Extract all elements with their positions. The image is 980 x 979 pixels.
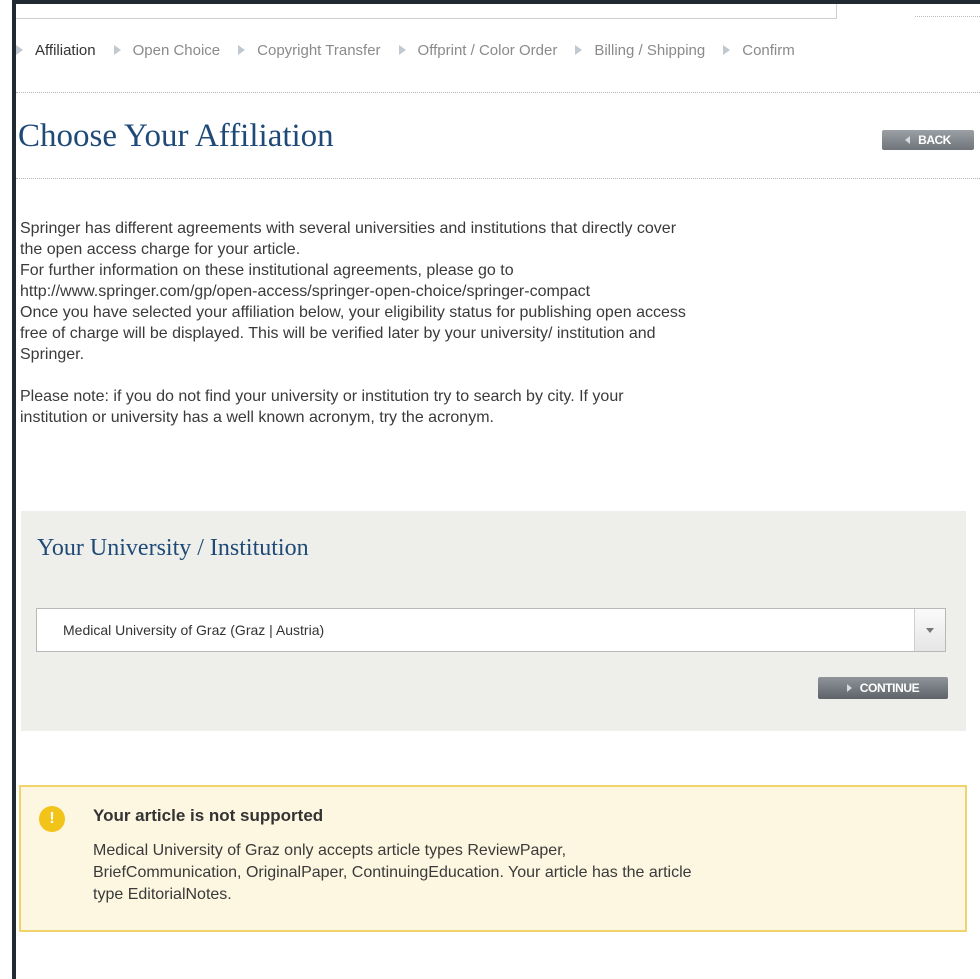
- step-arrow-icon: [723, 45, 731, 55]
- step-arrow-icon: [575, 45, 583, 55]
- not-supported-alert: ! Your article is not supported Medical …: [19, 785, 967, 932]
- intro-line: free of charge will be displayed. This w…: [20, 325, 656, 342]
- alert-line: type EditorialNotes.: [93, 886, 232, 903]
- step-label: Affiliation: [35, 41, 96, 59]
- page-title: Choose Your Affiliation: [18, 118, 334, 154]
- continue-arrow-icon: [846, 684, 852, 692]
- intro-line: the open access charge for your article.: [20, 241, 301, 258]
- back-arrow-icon: [905, 136, 911, 144]
- continue-button[interactable]: CONTINUE: [818, 677, 948, 699]
- back-button-label: BACK: [918, 133, 951, 147]
- chevron-down-icon: [926, 627, 934, 633]
- step-arrow-icon: [113, 45, 121, 55]
- continue-button-label: CONTINUE: [859, 681, 920, 695]
- dropdown-toggle[interactable]: [914, 609, 945, 651]
- step-billing-shipping[interactable]: Billing / Shipping: [575, 42, 705, 59]
- step-label: Confirm: [742, 41, 795, 59]
- step-offprint-color-order[interactable]: Offprint / Color Order: [398, 41, 558, 59]
- intro-line: Springer has different agreements with s…: [20, 220, 677, 237]
- affiliation-panel: Your University / Institution Medical Un…: [21, 511, 966, 731]
- alert-title: Your article is not supported: [93, 806, 324, 825]
- page-frame: Affiliation Open Choice Copyright Transf…: [0, 0, 980, 979]
- step-arrow-icon: [16, 45, 23, 55]
- affiliation-select[interactable]: Medical University of Graz (Graz | Austr…: [36, 608, 946, 652]
- step-label: Copyright Transfer: [257, 41, 381, 59]
- intro-line: Once you have selected your affiliation …: [20, 304, 686, 321]
- step-copyright-transfer[interactable]: Copyright Transfer: [238, 41, 381, 59]
- step-label: Open Choice: [132, 41, 221, 59]
- step-arrow-icon: [398, 45, 406, 55]
- step-label: Billing / Shipping: [594, 41, 706, 59]
- divider: [16, 178, 980, 179]
- top-divider-dots: [915, 16, 980, 17]
- alert-body: Medical University of Graz only accepts …: [93, 840, 893, 906]
- affiliation-select-value: Medical University of Graz (Graz | Austr…: [63, 622, 325, 638]
- step-affiliation[interactable]: Affiliation: [16, 42, 96, 59]
- step-open-choice[interactable]: Open Choice: [113, 41, 221, 59]
- step-arrow-icon: [238, 45, 246, 55]
- intro-line: Springer.: [20, 346, 85, 363]
- alert-line: Medical University of Graz only accepts …: [93, 842, 567, 859]
- intro-note: institution or university has a well kno…: [20, 409, 494, 426]
- intro-note: Please note: if you do not find your uni…: [20, 388, 624, 405]
- intro-line: For further information on these institu…: [20, 262, 514, 279]
- affiliation-title: Your University / Institution: [37, 535, 309, 561]
- top-divider: [16, 4, 837, 19]
- exclamation-icon: !: [39, 806, 65, 832]
- step-confirm[interactable]: Confirm: [723, 42, 795, 59]
- step-label: Offprint / Color Order: [417, 41, 558, 59]
- window-border-left: [12, 0, 16, 979]
- intro-text: Springer has different agreements with s…: [20, 218, 900, 428]
- back-button[interactable]: BACK: [882, 130, 974, 150]
- divider: [16, 92, 980, 93]
- intro-link[interactable]: http://www.springer.com/gp/open-access/s…: [20, 281, 900, 302]
- progress-steps: Affiliation Open Choice Copyright Transf…: [16, 38, 813, 62]
- alert-line: BriefCommunication, OriginalPaper, Conti…: [93, 864, 692, 881]
